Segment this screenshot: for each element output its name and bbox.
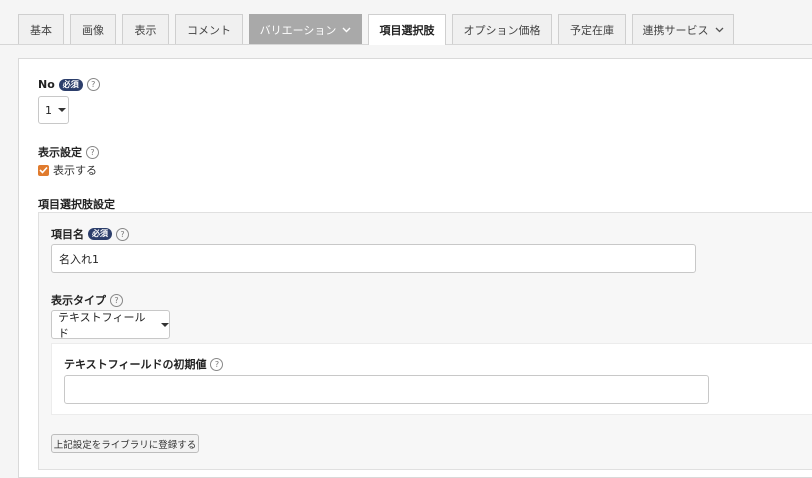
initial-value-label-text: テキストフィールドの初期値 — [64, 358, 207, 371]
tab-label: オプション価格 — [463, 23, 541, 37]
option-settings-label-text: 項目選択肢設定 — [38, 198, 115, 211]
register-library-button[interactable]: 上記設定をライブラリに登録する — [51, 434, 199, 453]
display-type-select[interactable]: テキストフィールド — [51, 310, 170, 340]
caret-down-icon — [58, 108, 66, 112]
tab-bar: 基本 画像 表示 コメント バリエーション 項目選択肢 オプション価格 予定在庫… — [0, 0, 812, 45]
initial-value-label: テキストフィールドの初期値 ? — [64, 356, 224, 372]
tab-option-items[interactable]: 項目選択肢 — [368, 14, 446, 45]
help-icon[interactable]: ? — [210, 357, 224, 371]
display-checkbox[interactable] — [38, 164, 49, 176]
tab-label: コメント — [187, 23, 231, 37]
item-name-label: 項目名 必須 ? — [51, 226, 129, 242]
tab-planned-stock[interactable]: 予定在庫 — [558, 14, 626, 44]
option-settings-box: 項目名 必須 ? 名入れ1 表示タイプ ? テキストフィールド テキストフィール… — [38, 212, 812, 470]
option-settings-label: 項目選択肢設定 — [38, 196, 115, 212]
help-icon[interactable]: ? — [86, 78, 100, 91]
tab-label: 連携サービス — [642, 23, 709, 37]
tab-label: 予定在庫 — [570, 23, 614, 37]
display-type-label: 表示タイプ ? — [51, 292, 123, 308]
tab-basic[interactable]: 基本 — [18, 14, 64, 44]
option-items-panel: No 必須 ? 1 表示設定 ? 表示する 項目選択肢設定 項目名 必須 ? 名… — [18, 58, 812, 478]
display-checkbox-label: 表示する — [53, 164, 97, 177]
item-name-input[interactable]: 名入れ1 — [51, 244, 696, 273]
tab-display[interactable]: 表示 — [122, 14, 169, 44]
tab-comment[interactable]: コメント — [175, 14, 243, 44]
no-label: No 必須 ? — [38, 78, 100, 91]
tab-label: 基本 — [30, 23, 52, 37]
tab-label: 画像 — [82, 23, 104, 37]
no-select-value: 1 — [45, 103, 52, 117]
display-setting-label: 表示設定 ? — [38, 144, 99, 160]
tab-label: 項目選択肢 — [379, 24, 435, 37]
register-library-button-label: 上記設定をライブラリに登録する — [53, 439, 197, 451]
tab-images[interactable]: 画像 — [70, 14, 116, 44]
tab-variation[interactable]: バリエーション — [249, 14, 362, 44]
initial-value-box: テキストフィールドの初期値 ? — [51, 343, 812, 415]
tab-option-price[interactable]: オプション価格 — [452, 14, 552, 44]
tab-label: 表示 — [134, 23, 157, 37]
help-icon[interactable]: ? — [110, 293, 123, 307]
check-icon — [39, 166, 48, 174]
help-icon[interactable]: ? — [86, 145, 99, 159]
required-badge: 必須 — [58, 78, 83, 91]
item-name-label-text: 項目名 — [51, 228, 84, 241]
display-type-label-text: 表示タイプ — [51, 294, 106, 307]
chevron-down-icon — [342, 27, 351, 33]
display-checkbox-row[interactable]: 表示する — [38, 162, 97, 178]
display-setting-label-text: 表示設定 — [38, 146, 82, 159]
help-icon[interactable]: ? — [116, 227, 129, 241]
no-select[interactable]: 1 — [38, 96, 69, 124]
display-type-value: テキストフィールド — [58, 310, 146, 340]
caret-down-icon — [161, 322, 169, 327]
initial-value-input[interactable] — [64, 375, 709, 404]
tab-label: バリエーション — [259, 23, 337, 37]
item-name-value: 名入れ1 — [59, 252, 99, 266]
chevron-down-icon — [715, 27, 724, 33]
required-badge: 必須 — [88, 228, 112, 240]
tab-linked-services[interactable]: 連携サービス — [632, 14, 734, 44]
no-label-text: No — [38, 78, 55, 91]
